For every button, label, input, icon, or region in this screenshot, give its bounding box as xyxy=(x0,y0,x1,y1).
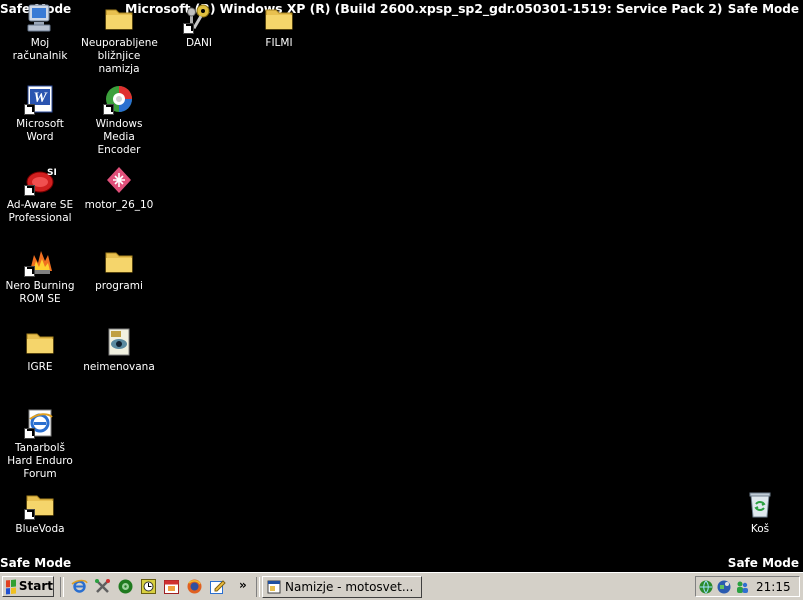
desktop-icon-unused-shortcuts[interactable]: Neuporabljene bližnjice namizja xyxy=(79,2,159,76)
icon-label: Koš xyxy=(750,523,770,535)
start-button[interactable]: Start xyxy=(2,576,54,597)
quicklaunch-firefox-icon[interactable] xyxy=(186,578,203,595)
quicklaunch-clock-icon[interactable] xyxy=(140,578,157,595)
taskbar-window-button[interactable]: Namizje - motosvet... xyxy=(262,576,422,598)
word-icon: W xyxy=(24,83,56,115)
icon-label: motor_26_10 xyxy=(84,199,154,211)
desktop-icon-dani[interactable]: DANI xyxy=(159,2,239,50)
media-encoder-icon xyxy=(103,83,135,115)
folder-icon xyxy=(103,2,135,34)
icon-label: Tanarbolš Hard Enduro Forum xyxy=(7,442,73,480)
tray-network-icon[interactable] xyxy=(698,579,714,595)
shortcut-arrow-icon xyxy=(24,509,35,520)
quicklaunch-edit-icon[interactable] xyxy=(209,578,226,595)
quicklaunch-ie-icon[interactable] xyxy=(71,578,88,595)
icon-label: Nero Burning ROM SE xyxy=(5,280,75,305)
quicklaunch-calendar-icon[interactable] xyxy=(163,578,180,595)
safe-mode-bottom-left: Safe Mode xyxy=(0,556,72,570)
tray-clock: 21:15 xyxy=(756,580,791,594)
taskbar-separator xyxy=(60,577,64,597)
shortcut-arrow-icon xyxy=(183,23,194,34)
icon-label: DANI xyxy=(185,37,213,49)
shortcut-arrow-icon xyxy=(103,104,114,115)
desktop-icon-my-computer[interactable]: Moj računalnik xyxy=(0,2,80,63)
desktop-icon-filmi[interactable]: FILMI xyxy=(239,2,319,50)
icon-label: Neuporabljene bližnjice namizja xyxy=(81,37,158,75)
folder-icon xyxy=(263,2,295,34)
icon-label: IGRE xyxy=(27,361,53,373)
quicklaunch-more-button[interactable]: » xyxy=(239,578,247,592)
desktop-icon-windows-media-encoder[interactable]: Windows Media Encoder xyxy=(79,83,159,157)
icon-label: Microsoft Word xyxy=(16,118,64,143)
keys-icon xyxy=(183,2,215,34)
snowflake-file-icon xyxy=(103,164,135,196)
shortcut-arrow-icon xyxy=(24,266,35,277)
desktop-icon-microsoft-word[interactable]: W Microsoft Word xyxy=(0,83,80,144)
desktop-icon-recycle-bin[interactable]: Koš xyxy=(720,488,800,536)
shortcut-arrow-icon xyxy=(24,104,35,115)
folder-icon xyxy=(24,326,56,358)
quicklaunch-tools-icon[interactable] xyxy=(94,578,111,595)
start-label: Start xyxy=(18,579,53,593)
desktop-icon-nero[interactable]: Nero Burning ROM SE xyxy=(0,245,80,306)
computer-icon xyxy=(24,2,56,34)
desktop-icon-motor[interactable]: motor_26_10 xyxy=(79,164,159,212)
safe-mode-top-right: Safe Mode xyxy=(727,2,799,16)
icon-label: programi xyxy=(95,280,143,292)
shortcut-arrow-icon xyxy=(24,185,35,196)
desktop-icon-hard-enduro-forum[interactable]: Tanarbolš Hard Enduro Forum xyxy=(0,407,80,481)
ad-aware-icon: SE xyxy=(24,164,56,196)
recycle-bin-icon xyxy=(744,488,776,520)
desktop-icon-programi[interactable]: programi xyxy=(79,245,159,293)
svg-text:SE: SE xyxy=(47,168,56,178)
taskbar-window-label: Namizje - motosvet... xyxy=(285,580,414,594)
taskbar-separator xyxy=(256,577,260,597)
shortcut-arrow-icon xyxy=(24,428,35,439)
window-explorer-icon xyxy=(267,580,281,594)
svg-text:W: W xyxy=(33,90,48,106)
icon-label: Ad-Aware SE Professional xyxy=(6,199,74,224)
tray-globe-icon[interactable] xyxy=(716,579,732,595)
desktop-icon-neimenovana[interactable]: neimenovana xyxy=(79,326,159,374)
folder-icon xyxy=(103,245,135,277)
quicklaunch-media-icon[interactable] xyxy=(117,578,134,595)
icon-label: neimenovana xyxy=(83,361,155,373)
tray-users-icon[interactable] xyxy=(734,579,750,595)
icon-label: FILMI xyxy=(265,37,293,49)
desktop-icon-igre[interactable]: IGRE xyxy=(0,326,80,374)
desktop-icon-bluevoda[interactable]: BlueVoda xyxy=(0,488,80,536)
image-file-icon xyxy=(103,326,135,358)
icon-label: Windows Media Encoder xyxy=(95,118,143,156)
safe-mode-bottom-right: Safe Mode xyxy=(727,556,799,570)
internet-explorer-icon xyxy=(24,407,56,439)
desktop-icon-ad-aware[interactable]: SE Ad-Aware SE Professional xyxy=(0,164,80,225)
system-tray: 21:15 xyxy=(695,576,800,597)
icon-label: Moj računalnik xyxy=(12,37,68,62)
folder-icon xyxy=(24,488,56,520)
windows-logo-icon xyxy=(6,579,16,594)
icon-label: BlueVoda xyxy=(15,523,65,535)
nero-icon xyxy=(24,245,56,277)
taskbar: Start » Namizje - motosvet... 21:15 xyxy=(0,572,803,600)
